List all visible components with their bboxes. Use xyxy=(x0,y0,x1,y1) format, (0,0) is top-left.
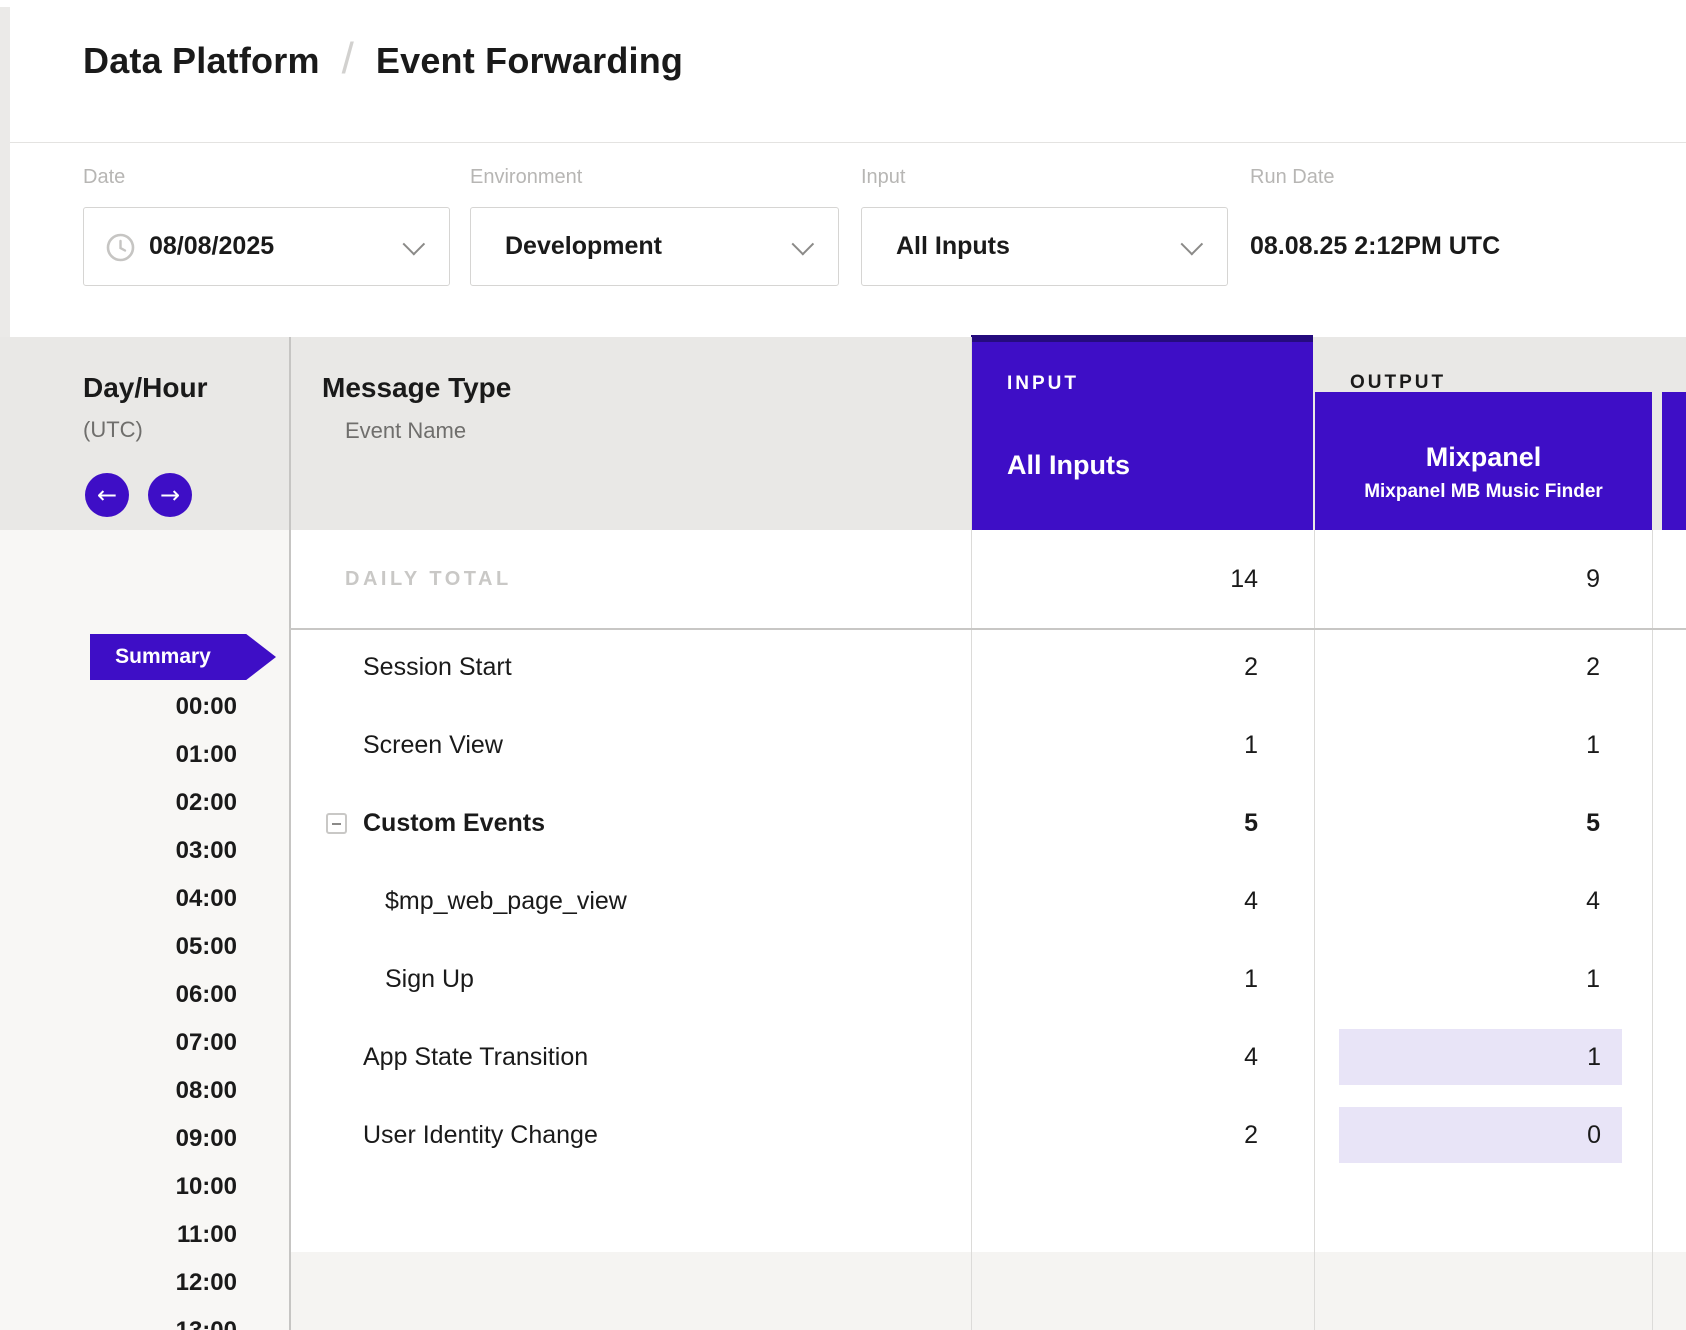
hour-rail-item[interactable]: 08:00 xyxy=(0,1067,237,1115)
minus-glyph xyxy=(332,823,341,825)
event-name-label: Sign Up xyxy=(385,940,474,1018)
event-name-label: App State Transition xyxy=(363,1018,588,1096)
clock-icon xyxy=(106,233,135,262)
environment-select[interactable]: Development xyxy=(470,207,839,286)
table-row[interactable]: Sign Up 1 1 xyxy=(289,940,1686,1018)
message-type-column-title: Message Type xyxy=(322,372,511,404)
event-name-label: Screen View xyxy=(363,706,503,784)
hour-rail-item[interactable]: 11:00 xyxy=(0,1211,237,1259)
hour-rail-item[interactable]: 01:00 xyxy=(0,731,237,779)
table-row[interactable]: Screen View 1 1 xyxy=(289,706,1686,784)
breadcrumb-section[interactable]: Data Platform xyxy=(83,40,320,82)
run-date-value: 08.08.25 2:12PM UTC xyxy=(1250,207,1500,286)
date-filter-label: Date xyxy=(83,166,125,189)
input-count: 5 xyxy=(971,784,1258,862)
previous-day-button[interactable]: ← xyxy=(85,473,129,517)
chevron-down-icon xyxy=(792,232,815,255)
input-column-title: All Inputs xyxy=(1007,450,1130,481)
message-type-column-subtitle: Event Name xyxy=(345,418,466,444)
hour-rail: 00:0001:0002:0003:0004:0005:0006:0007:00… xyxy=(0,683,237,1330)
output-count: 1 xyxy=(1339,1029,1622,1085)
hour-rail-item[interactable]: 10:00 xyxy=(0,1163,237,1211)
output-column-title: Mixpanel xyxy=(1315,442,1652,473)
event-name-label: Custom Events xyxy=(363,784,545,862)
input-count: 1 xyxy=(971,940,1258,1018)
input-count: 1 xyxy=(971,706,1258,784)
input-count: 4 xyxy=(971,1018,1258,1096)
hour-rail-item[interactable]: 04:00 xyxy=(0,875,237,923)
event-forwarding-page: Data Platform / Event Forwarding Date En… xyxy=(0,0,1686,1330)
table-footer-area xyxy=(289,1252,1686,1330)
hour-rail-item[interactable]: 05:00 xyxy=(0,923,237,971)
day-hour-column-subtitle: (UTC) xyxy=(83,417,143,443)
output-count: 2 xyxy=(1313,628,1600,706)
daily-total-input-value: 14 xyxy=(971,530,1258,628)
input-count: 4 xyxy=(971,862,1258,940)
output-count: 1 xyxy=(1313,940,1600,1018)
input-count: 2 xyxy=(971,628,1258,706)
input-value: All Inputs xyxy=(896,232,1010,261)
hour-rail-item[interactable]: 07:00 xyxy=(0,1019,237,1067)
event-name-label: User Identity Change xyxy=(363,1096,598,1174)
hour-rail-item[interactable]: 02:00 xyxy=(0,779,237,827)
table-row[interactable]: Custom Events 5 5 xyxy=(289,784,1686,862)
event-name-label: $mp_web_page_view xyxy=(385,862,627,940)
environment-value: Development xyxy=(505,232,662,261)
output-count: 1 xyxy=(1313,706,1600,784)
hour-rail-item[interactable]: 03:00 xyxy=(0,827,237,875)
input-group-label: INPUT xyxy=(1007,373,1079,395)
page-title: Event Forwarding xyxy=(376,40,683,82)
breadcrumb: Data Platform / Event Forwarding xyxy=(83,36,683,86)
chevron-down-icon xyxy=(1181,232,1204,255)
input-column-accent-strip xyxy=(971,335,1313,342)
breadcrumb-separator: / xyxy=(342,34,354,84)
input-filter-label: Input xyxy=(861,166,905,189)
input-column-header[interactable]: INPUT All Inputs xyxy=(971,335,1313,530)
output-count: 0 xyxy=(1339,1107,1622,1163)
collapse-minus-icon[interactable] xyxy=(326,813,347,834)
hour-rail-item[interactable]: 00:00 xyxy=(0,683,237,731)
daily-total-row: DAILY TOTAL 14 9 xyxy=(289,530,1686,628)
output-group-label: OUTPUT xyxy=(1350,372,1446,394)
output-column-header-mixpanel[interactable]: Mixpanel Mixpanel MB Music Finder xyxy=(1315,392,1652,530)
output-column-subtitle: Mixpanel MB Music Finder xyxy=(1315,481,1652,503)
day-hour-column-title: Day/Hour xyxy=(83,372,207,404)
daily-total-output-value: 9 xyxy=(1313,530,1600,628)
table-row[interactable]: User Identity Change 2 0 xyxy=(289,1096,1686,1174)
header-divider xyxy=(10,142,1686,143)
next-day-button[interactable]: → xyxy=(148,473,192,517)
hour-rail-item[interactable]: 13:00 xyxy=(0,1307,237,1330)
output-column-header-partial[interactable] xyxy=(1662,392,1686,530)
hour-rail-item[interactable]: 12:00 xyxy=(0,1259,237,1307)
summary-row-badge[interactable]: Summary xyxy=(90,634,276,680)
hour-rail-item[interactable]: 06:00 xyxy=(0,971,237,1019)
table-row[interactable]: $mp_web_page_view 4 4 xyxy=(289,862,1686,940)
environment-filter-label: Environment xyxy=(470,166,582,189)
output-count: 4 xyxy=(1313,862,1600,940)
chevron-down-icon xyxy=(403,232,426,255)
input-select[interactable]: All Inputs xyxy=(861,207,1228,286)
daily-total-label: DAILY TOTAL xyxy=(345,530,512,628)
run-date-label: Run Date xyxy=(1250,166,1335,189)
input-count: 2 xyxy=(971,1096,1258,1174)
date-select[interactable]: 08/08/2025 xyxy=(83,207,450,286)
output-count: 5 xyxy=(1313,784,1600,862)
event-name-label: Session Start xyxy=(363,628,512,706)
hour-rail-item[interactable]: 09:00 xyxy=(0,1115,237,1163)
date-value: 08/08/2025 xyxy=(149,232,274,261)
table-row[interactable]: Session Start 2 2 xyxy=(289,628,1686,706)
table-row[interactable]: App State Transition 4 1 xyxy=(289,1018,1686,1096)
